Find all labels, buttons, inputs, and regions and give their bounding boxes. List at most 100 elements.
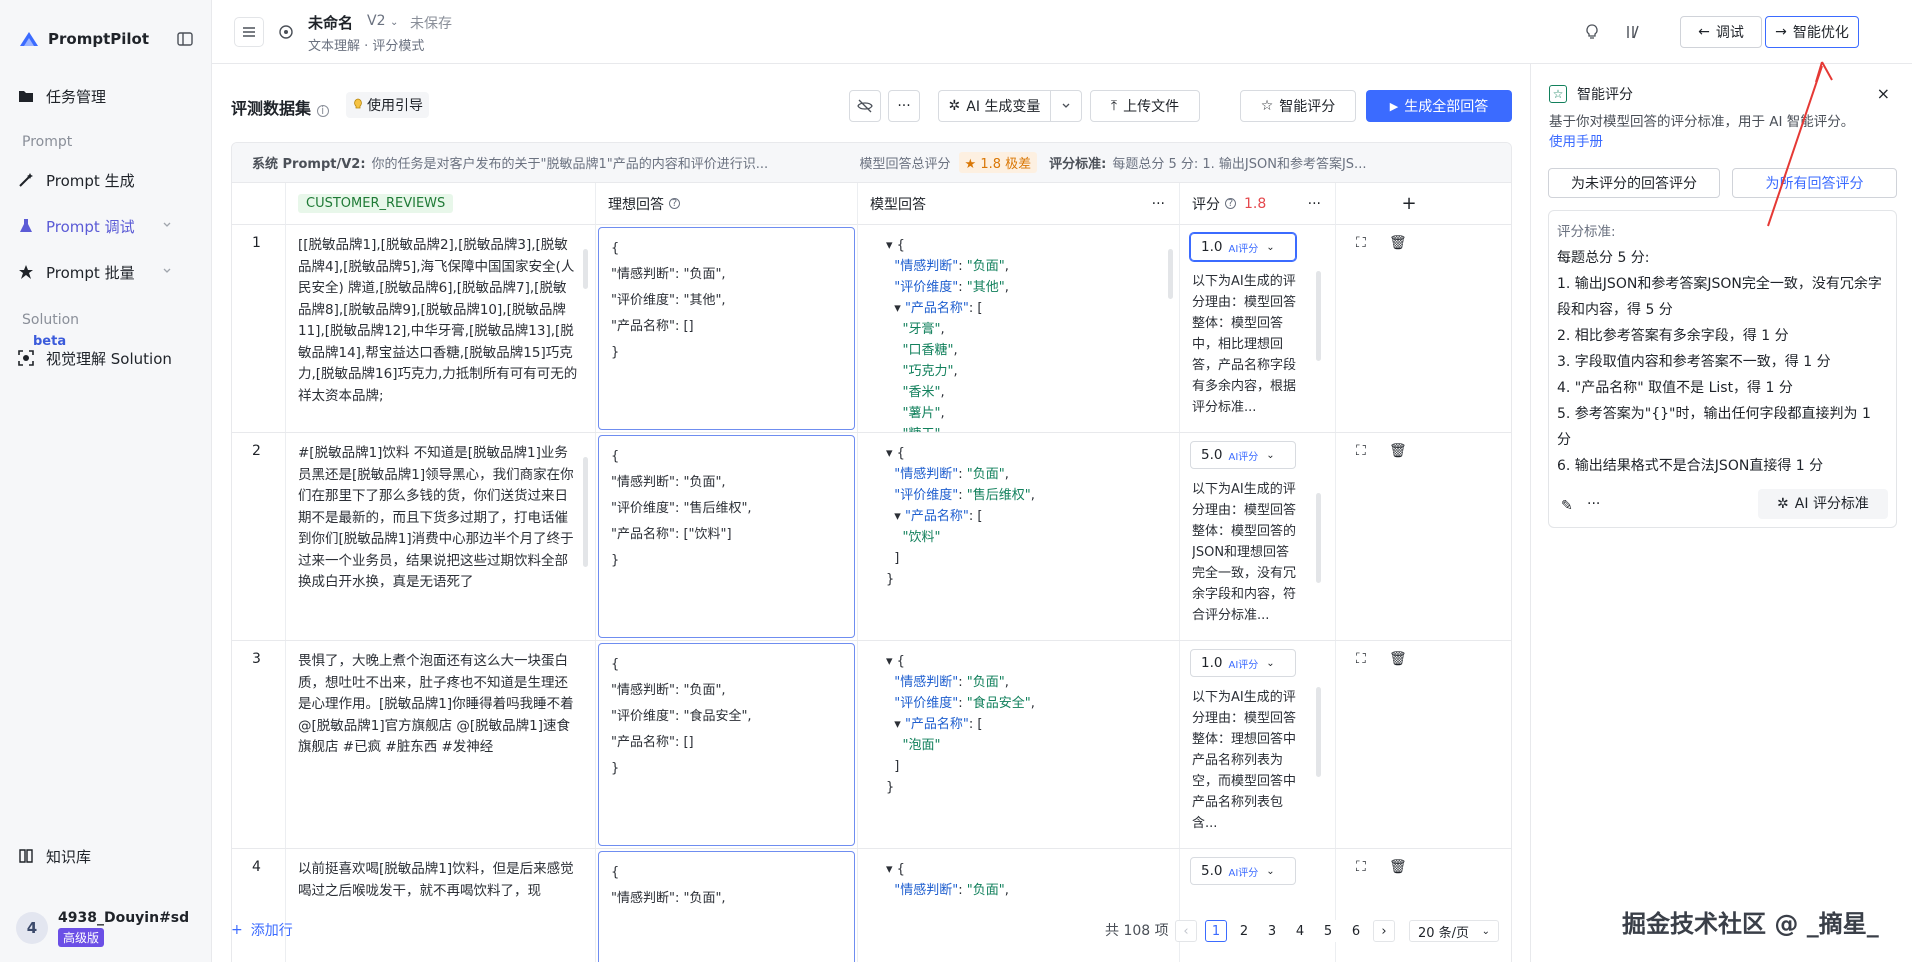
sidebar-item-tasks[interactable]: 任务管理 bbox=[18, 78, 194, 114]
score-select[interactable]: 1.0 AI评分 ⌄ bbox=[1190, 649, 1296, 677]
edit-icon[interactable]: ✎ bbox=[1561, 493, 1573, 519]
review-cell[interactable]: 畏惧了，大晚上煮个泡面还有这么大一块蛋白质，想吐吐不出来，肚子疼也不知道是生理还… bbox=[286, 641, 595, 759]
sidebar-item-prompt-debug[interactable]: Prompt 调试 bbox=[18, 208, 194, 244]
scrollbar[interactable] bbox=[583, 457, 588, 567]
expand-icon[interactable]: ⛶ bbox=[1356, 651, 1366, 667]
more-button[interactable]: ··· bbox=[888, 90, 920, 122]
chevron-down-icon: ⌄ bbox=[1266, 449, 1275, 461]
criteria-editor[interactable]: 评分标准: 每题总分 5 分: 1. 输出JSON和参考答案JSON完全一致，没… bbox=[1548, 210, 1897, 528]
ideal-answer-editor[interactable]: { "情感判断": "负面", bbox=[598, 851, 855, 962]
doc-title[interactable]: 未命名 bbox=[308, 12, 353, 33]
add-row-button[interactable]: + 添加行 bbox=[231, 917, 293, 943]
score-select[interactable]: 1.0 AI评分 ⌄ bbox=[1190, 233, 1296, 261]
dataset-table: 系统 Prompt/V2: 你的任务是对客户发布的关于"脱敏品牌1"产品的内容和… bbox=[231, 142, 1512, 962]
ai-var-dropdown[interactable] bbox=[1050, 90, 1082, 122]
header-score[interactable]: 评分? 1.8 ··· bbox=[1180, 183, 1336, 225]
sidebar-item-vision-solution[interactable]: 视觉理解 Solution bbox=[18, 340, 194, 376]
score-reason[interactable]: 以下为AI生成的评分理由：模型回答整体：模型回答的JSON和理想回答完全一致，没… bbox=[1192, 479, 1302, 627]
sidebar-toggle-icon[interactable] bbox=[176, 30, 194, 48]
expand-icon[interactable]: ⛶ bbox=[1356, 235, 1366, 251]
upload-button[interactable]: ⤒ 上传文件 bbox=[1090, 90, 1200, 122]
generate-all-button[interactable]: ▶ 生成全部回答 bbox=[1366, 90, 1512, 122]
page-3-button[interactable]: 3 bbox=[1261, 920, 1283, 942]
sidebar-item-knowledge[interactable]: 知识库 bbox=[18, 838, 194, 874]
menu-button[interactable] bbox=[234, 17, 264, 47]
hide-button[interactable] bbox=[849, 90, 881, 122]
prev-page-button[interactable]: ‹ bbox=[1175, 920, 1197, 942]
lightbulb-icon[interactable] bbox=[1584, 24, 1600, 40]
scrollbar[interactable] bbox=[1168, 249, 1173, 299]
review-cell[interactable]: [[脱敏品牌1],[脱敏品牌2],[脱敏品牌3],[脱敏品牌4],[脱敏品牌5]… bbox=[286, 225, 595, 407]
ideal-answer-editor[interactable]: { "情感判断": "负面", "评价维度": "食品安全", "产品名称": … bbox=[598, 643, 855, 846]
header-model[interactable]: 模型回答 ··· bbox=[858, 183, 1180, 225]
expand-icon[interactable]: ⛶ bbox=[1356, 443, 1366, 459]
add-column-button[interactable]: + bbox=[1336, 183, 1511, 225]
expand-icon[interactable]: ⛶ bbox=[1356, 859, 1366, 875]
sidebar-item-prompt-generate[interactable]: Prompt 生成 bbox=[18, 162, 194, 198]
optimize-button[interactable]: → 智能优化 bbox=[1765, 16, 1859, 48]
page-1-button[interactable]: 1 bbox=[1205, 920, 1227, 942]
score-value: 1.0 bbox=[1201, 655, 1223, 671]
score-select[interactable]: 5.0 AI评分 ⌄ bbox=[1190, 857, 1296, 885]
row-number: 2 bbox=[252, 443, 261, 459]
more-icon[interactable]: ··· bbox=[1308, 196, 1321, 212]
model-answer[interactable]: ▾ { "情感判断": "负面", "评价维度": "食品安全", ▾ "产品名… bbox=[858, 641, 1179, 798]
user-profile[interactable]: 4 4938_Douyin#sd... 高级版 bbox=[16, 906, 196, 950]
ai-var-label: AI 生成变量 bbox=[966, 99, 1041, 115]
more-icon[interactable]: ··· bbox=[1152, 196, 1165, 212]
header-ideal[interactable]: 理想回答? bbox=[596, 183, 858, 225]
info-icon[interactable]: i bbox=[316, 105, 329, 117]
manual-link[interactable]: 使用手册 bbox=[1549, 134, 1603, 150]
scrollbar[interactable] bbox=[1316, 687, 1321, 777]
score-unscored-button[interactable]: 为未评分的回答评分 bbox=[1548, 168, 1720, 198]
debug-button[interactable]: ← 调试 bbox=[1680, 16, 1762, 48]
dataset-title: 评测数据集 i bbox=[231, 95, 329, 119]
compare-icon[interactable] bbox=[1625, 24, 1641, 40]
criteria-line: 4. "产品名称" 取值不是 List，得 1 分 bbox=[1557, 380, 1793, 396]
scrollbar[interactable] bbox=[1316, 271, 1321, 361]
delete-icon[interactable]: 🗑 bbox=[1389, 859, 1407, 875]
review-cell[interactable]: #[脱敏品牌1]饮料 不知道是[脱敏品牌1]业务员黑还是[脱敏品牌1]领导黑心，… bbox=[286, 433, 595, 594]
sidebar-item-prompt-batch[interactable]: Prompt 批量 bbox=[18, 254, 194, 290]
ai-criteria-label: AI 评分标准 bbox=[1794, 496, 1869, 512]
logo[interactable]: PromptPilot bbox=[18, 24, 194, 54]
review-cell[interactable]: 以前挺喜欢喝[脱敏品牌1]饮料，但是后来感觉喝过之后喉咙发干，就不再喝饮料了，现 bbox=[286, 849, 595, 902]
target-icon[interactable] bbox=[278, 24, 294, 40]
model-answer[interactable]: ▾ { "情感判断": "负面", bbox=[858, 849, 1179, 901]
model-answer[interactable]: ▾ { "情感判断": "负面", "评价维度": "售后维权", ▾ "产品名… bbox=[858, 433, 1179, 590]
close-icon[interactable]: × bbox=[1877, 84, 1890, 103]
help-icon[interactable]: ? bbox=[1225, 198, 1236, 209]
scrollbar[interactable] bbox=[583, 249, 588, 289]
page-4-button[interactable]: 4 bbox=[1289, 920, 1311, 942]
plus-icon: + bbox=[231, 922, 243, 938]
system-prompt-bar[interactable]: 系统 Prompt/V2: 你的任务是对客户发布的关于"脱敏品牌1"产品的内容和… bbox=[232, 143, 1511, 183]
guide-button[interactable]: 使用引导 bbox=[346, 92, 429, 118]
chevron-down-icon: ⌄ bbox=[1266, 657, 1275, 669]
page-2-button[interactable]: 2 bbox=[1233, 920, 1255, 942]
smart-score-button[interactable]: ☆ 智能评分 bbox=[1240, 90, 1356, 122]
wand-icon bbox=[19, 173, 33, 187]
ai-generate-var-button[interactable]: ✲ AI 生成变量 bbox=[938, 90, 1050, 122]
score-select[interactable]: 5.0 AI评分 ⌄ bbox=[1190, 441, 1296, 469]
ideal-answer-editor[interactable]: { "情感判断": "负面", "评价维度": "其他", "产品名称": []… bbox=[598, 227, 855, 430]
page-5-button[interactable]: 5 bbox=[1317, 920, 1339, 942]
score-reason[interactable]: 以下为AI生成的评分理由：模型回答整体：理想回答中产品名称列表为空，而模型回答中… bbox=[1192, 687, 1302, 835]
delete-icon[interactable]: 🗑 bbox=[1389, 651, 1407, 667]
page-size-select[interactable]: 20 条/页 ⌄ bbox=[1409, 920, 1499, 942]
chevron-down-icon bbox=[163, 222, 171, 227]
chevron-down-icon: ⌄ bbox=[1266, 865, 1275, 877]
delete-icon[interactable]: 🗑 bbox=[1389, 235, 1407, 251]
version-select[interactable]: V2 ⌄ bbox=[367, 13, 398, 29]
next-page-button[interactable]: › bbox=[1373, 920, 1395, 942]
page-6-button[interactable]: 6 bbox=[1345, 920, 1367, 942]
more-icon: ··· bbox=[897, 98, 911, 114]
more-icon[interactable]: ··· bbox=[1587, 491, 1600, 517]
help-icon[interactable]: ? bbox=[669, 198, 680, 209]
scrollbar[interactable] bbox=[1316, 493, 1321, 583]
model-answer[interactable]: ▾ { "情感判断": "负面", "评价维度": "其他", ▾ "产品名称"… bbox=[858, 225, 1179, 432]
ideal-answer-editor[interactable]: { "情感判断": "负面", "评价维度": "售后维权", "产品名称": … bbox=[598, 435, 855, 638]
header-reviews[interactable]: CUSTOMER_REVIEWS bbox=[286, 183, 596, 225]
delete-icon[interactable]: 🗑 bbox=[1389, 443, 1407, 459]
score-reason[interactable]: 以下为AI生成的评分理由：模型回答整体：模型回答中，相比理想回答，产品名称字段有… bbox=[1192, 271, 1302, 419]
ai-criteria-button[interactable]: ✲ AI 评分标准 bbox=[1758, 489, 1888, 519]
